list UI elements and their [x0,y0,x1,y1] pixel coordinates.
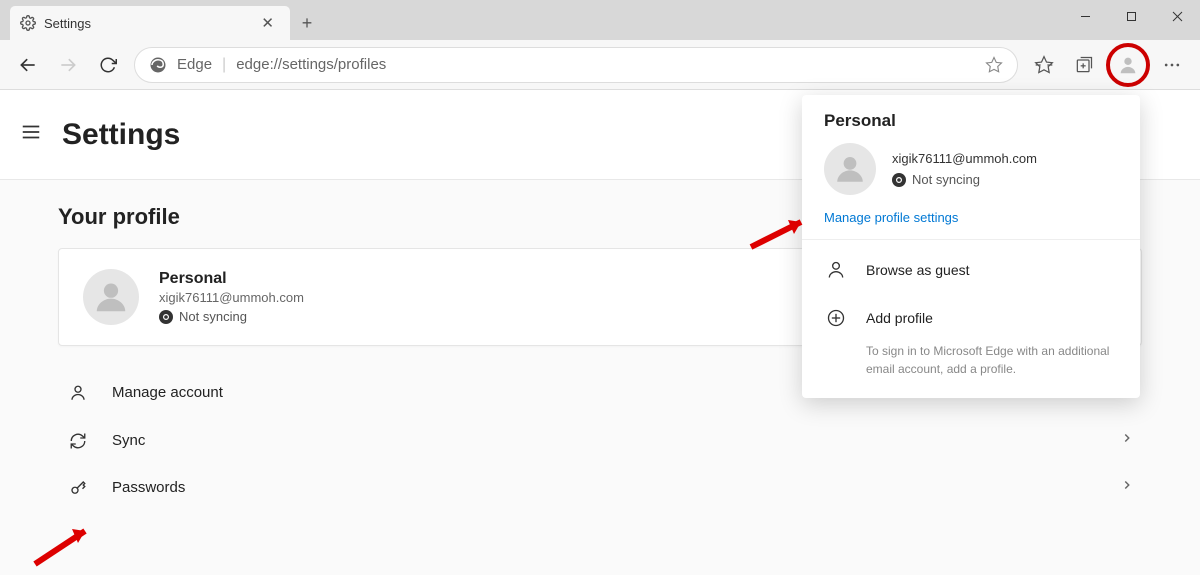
tab-title: Settings [44,16,255,31]
window-minimize-button[interactable] [1062,0,1108,32]
favorites-button[interactable] [1024,45,1064,85]
sync-status-icon [892,173,906,187]
window-titlebar: Settings ✕ + [0,0,1200,40]
avatar-icon [824,143,876,195]
profile-button[interactable] [1106,43,1150,87]
profile-name: Personal [159,270,304,288]
manage-profile-settings-link[interactable]: Manage profile settings [824,210,958,225]
avatar-icon [83,269,139,325]
profile-flyout: Personal xigik76111@ummoh.com Not syncin… [802,95,1140,398]
browse-as-guest-item[interactable]: Browse as guest [802,246,1140,294]
browser-toolbar: Edge | edge://settings/profiles [0,40,1200,90]
tab-close-button[interactable]: ✕ [255,12,280,34]
back-button[interactable] [8,45,48,85]
add-profile-hint: To sign in to Microsoft Edge with an add… [802,342,1140,378]
gear-icon [20,15,36,31]
flyout-email: xigik76111@ummoh.com [892,151,1037,166]
profile-email: xigik76111@ummoh.com [159,290,304,305]
person-icon [824,260,848,280]
favorite-star-icon[interactable] [985,56,1003,74]
url-text: edge://settings/profiles [236,56,386,73]
more-menu-button[interactable] [1152,45,1192,85]
edge-icon [149,56,167,74]
sync-status-icon [159,310,173,324]
window-close-button[interactable] [1154,0,1200,32]
forward-button[interactable] [48,45,88,85]
sync-row[interactable]: Sync [58,417,1142,464]
chevron-right-icon [1120,478,1134,497]
browser-tab[interactable]: Settings ✕ [10,6,290,40]
key-icon [66,479,90,497]
passwords-row[interactable]: Passwords [58,464,1142,511]
page-title: Settings [62,118,180,152]
collections-button[interactable] [1064,45,1104,85]
person-icon [66,384,90,402]
new-tab-button[interactable]: + [290,6,324,40]
chevron-right-icon [1120,431,1134,450]
flyout-title: Personal [824,111,1118,131]
address-bar[interactable]: Edge | edge://settings/profiles [134,47,1018,83]
add-profile-item[interactable]: Add profile [802,294,1140,342]
flyout-sync-status: Not syncing [892,172,1037,187]
url-brand-label: Edge [177,56,212,73]
window-maximize-button[interactable] [1108,0,1154,32]
settings-menu-button[interactable] [20,121,50,148]
plus-circle-icon [824,308,848,328]
sync-icon [66,432,90,450]
refresh-button[interactable] [88,45,128,85]
sync-status: Not syncing [159,309,304,324]
